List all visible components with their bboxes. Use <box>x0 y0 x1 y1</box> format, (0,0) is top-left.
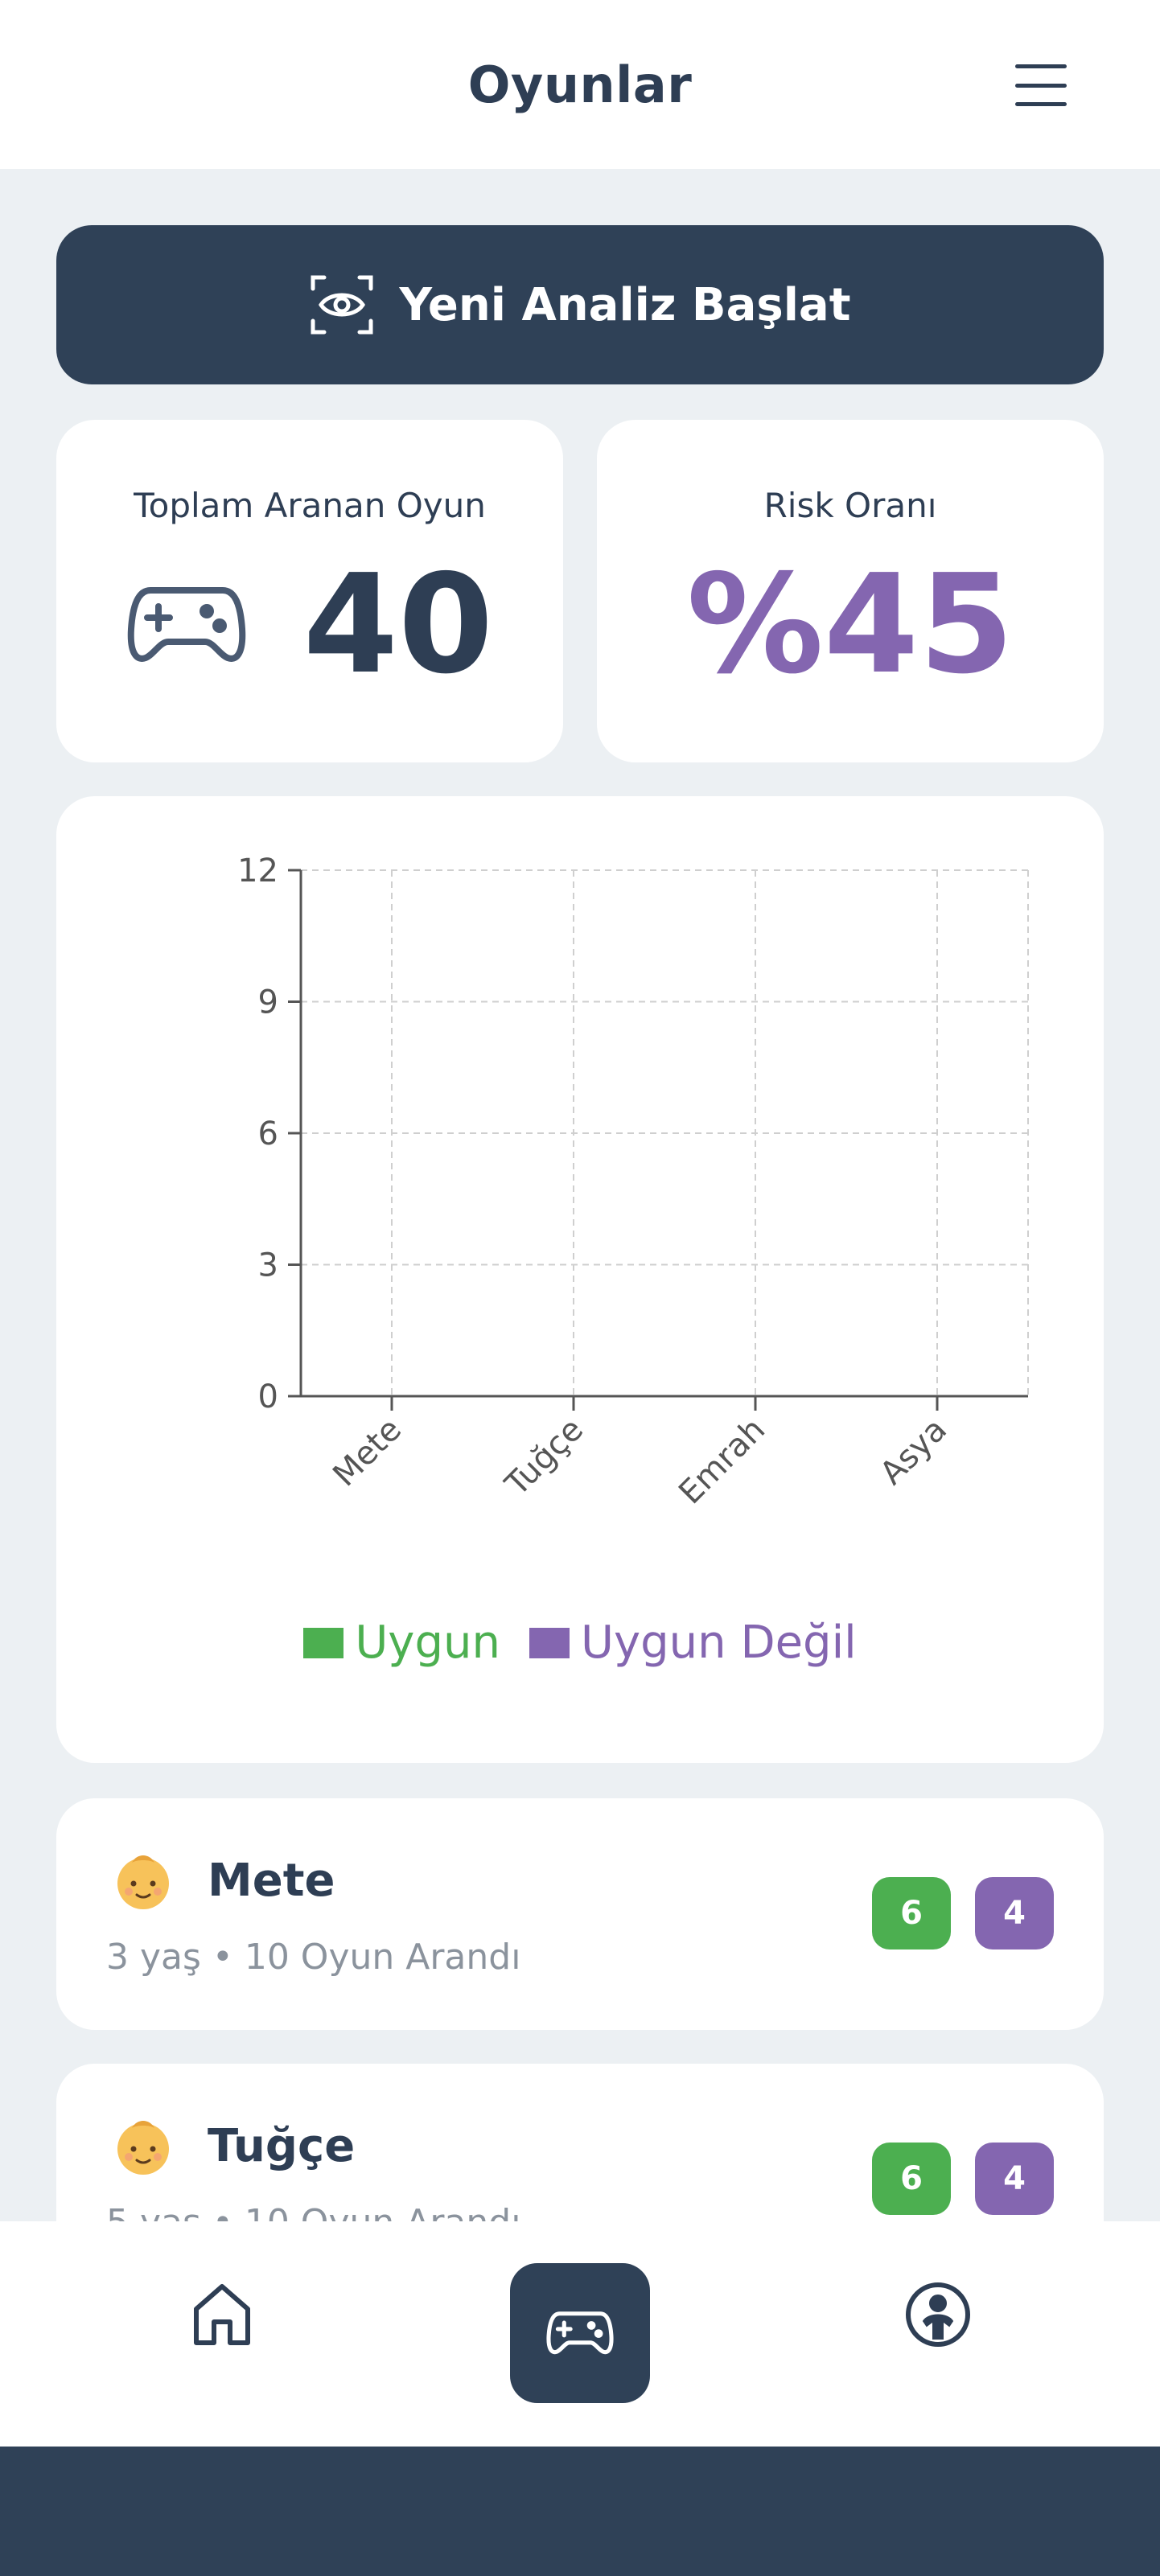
nav-home[interactable] <box>174 2266 270 2363</box>
baby-face-icon <box>117 2121 169 2175</box>
total-games-title: Toplam Aranan Oyun <box>134 486 486 525</box>
suitable-count-badge: 6 <box>872 1877 951 1949</box>
hamburger-menu-icon[interactable] <box>1015 64 1080 106</box>
x-tick-label: Emrah <box>672 1411 772 1512</box>
home-icon <box>194 2284 250 2345</box>
y-tick-label: 0 <box>258 1378 278 1415</box>
start-analysis-button[interactable]: Yeni Analiz Başlat <box>56 225 1104 384</box>
gamepad-icon <box>546 2311 614 2355</box>
child-name: Mete <box>208 1855 335 1907</box>
nav-profile[interactable] <box>890 2266 986 2363</box>
legend-item-ok: Uygun <box>303 1617 500 1669</box>
child-name: Tuğçe <box>208 2120 356 2172</box>
x-tick-label: Tuğçe <box>498 1411 590 1504</box>
x-tick-label: Mete <box>326 1411 409 1494</box>
unsuitable-count-badge: 4 <box>975 2143 1054 2215</box>
total-games-card: Toplam Aranan Oyun 40 <box>56 420 563 762</box>
risk-rate-value: %45 <box>686 545 1014 705</box>
bar-chart: 0 3 6 9 12 Mete Tuğçe Emrah Asya <box>237 853 1029 1512</box>
chart-legend: Uygun Uygun Değil <box>56 1617 1104 1669</box>
child-profile-icon <box>906 2282 970 2347</box>
unsuitable-count-badge: 4 <box>975 1877 1054 1949</box>
nav-games[interactable] <box>510 2263 650 2403</box>
page-title: Oyunlar <box>467 55 693 114</box>
child-subtitle: 3 yaş • 10 Oyun Arandı <box>106 1937 521 1978</box>
eye-scan-icon <box>311 275 372 335</box>
risk-rate-card: Risk Oranı %45 <box>597 420 1104 762</box>
legend-item-bad: Uygun Değil <box>529 1617 857 1669</box>
legend-swatch-bad <box>529 1627 570 1658</box>
y-tick-label: 3 <box>258 1247 278 1284</box>
legend-label-bad: Uygun Değil <box>580 1617 857 1669</box>
y-tick-label: 6 <box>258 1115 278 1152</box>
bottom-navigation <box>0 2221 1160 2447</box>
child-card-mete[interactable]: Mete 3 yaş • 10 Oyun Arandı 6 4 <box>56 1798 1104 2030</box>
suitable-count-badge: 6 <box>872 2143 951 2215</box>
start-analysis-label: Yeni Analiz Başlat <box>399 278 851 331</box>
x-tick-label: Asya <box>873 1411 954 1493</box>
risk-rate-title: Risk Oranı <box>763 486 937 525</box>
y-tick-label: 9 <box>258 984 278 1021</box>
chart-card: 0 3 6 9 12 Mete Tuğçe Emrah Asya Uygun Uygun Değ… <box>56 796 1104 1763</box>
app-header: Oyunlar <box>0 0 1160 169</box>
gamepad-icon <box>127 587 245 662</box>
legend-label-ok: Uygun <box>355 1617 500 1669</box>
system-bar <box>0 2447 1160 2576</box>
y-tick-label: 12 <box>237 853 278 889</box>
baby-face-icon <box>117 1855 169 1909</box>
total-games-value: 40 <box>302 545 494 705</box>
legend-swatch-ok <box>303 1627 344 1658</box>
